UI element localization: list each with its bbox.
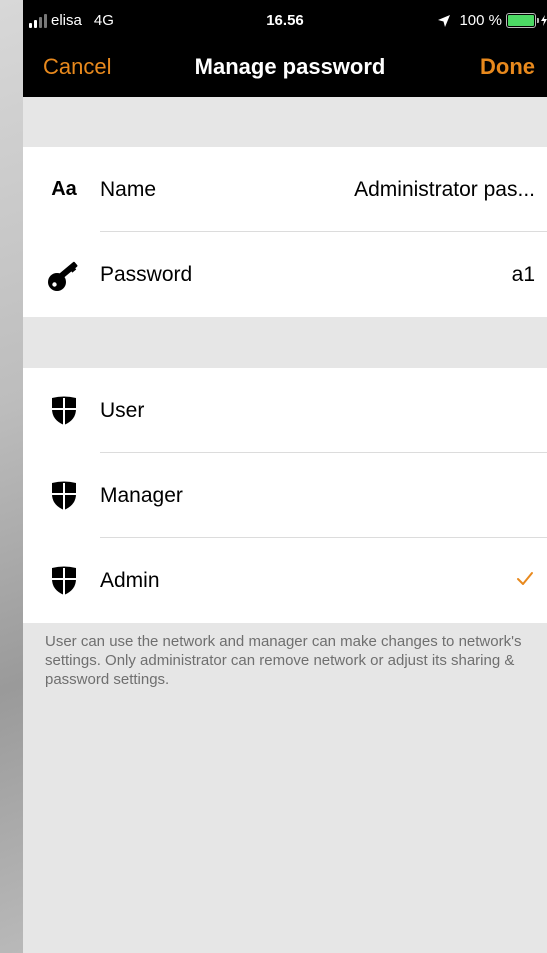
shield-icon: [39, 453, 89, 538]
battery-percent: 100 %: [459, 12, 502, 29]
key-icon: [39, 232, 89, 317]
done-button[interactable]: Done: [480, 54, 535, 80]
role-row-manager[interactable]: Manager: [23, 453, 547, 538]
role-label-manager: Manager: [100, 484, 183, 507]
battery-tip: [537, 18, 539, 23]
roles-group: User Manager Admin: [23, 368, 547, 623]
top-bar: elisa 4G 16.56 100 % Cancel Manage passw…: [23, 0, 547, 97]
role-label-admin: Admin: [100, 569, 160, 592]
password-row[interactable]: Password a1: [23, 232, 547, 317]
shield-icon: [39, 538, 89, 623]
location-arrow-icon: [438, 14, 451, 27]
text-format-icon: Aa: [51, 178, 77, 200]
password-value[interactable]: a1: [512, 232, 535, 317]
name-label: Name: [100, 178, 157, 201]
charging-bolt-icon: [541, 15, 547, 26]
page-title: Manage password: [194, 54, 386, 79]
status-right: 100 %: [437, 12, 547, 29]
phone-screen: elisa 4G 16.56 100 % Cancel Manage passw…: [23, 0, 547, 953]
role-label-user: User: [100, 399, 145, 422]
role-row-user[interactable]: User: [23, 368, 547, 453]
shield-icon: [39, 368, 89, 453]
navigation-bar: Cancel Manage password Done: [23, 46, 547, 90]
name-value[interactable]: Administrator pas...: [354, 147, 535, 232]
checkmark-icon: [517, 572, 533, 585]
status-bar: elisa 4G 16.56 100 %: [23, 0, 547, 40]
role-row-admin[interactable]: Admin: [23, 538, 547, 623]
credentials-group: Aa Name Administrator pas... Password a1: [23, 147, 547, 317]
name-row[interactable]: Aa Name Administrator pas...: [23, 147, 547, 232]
battery-icon: [506, 13, 536, 28]
roles-footnote: User can use the network and manager can…: [45, 633, 522, 688]
password-label: Password: [100, 263, 193, 286]
